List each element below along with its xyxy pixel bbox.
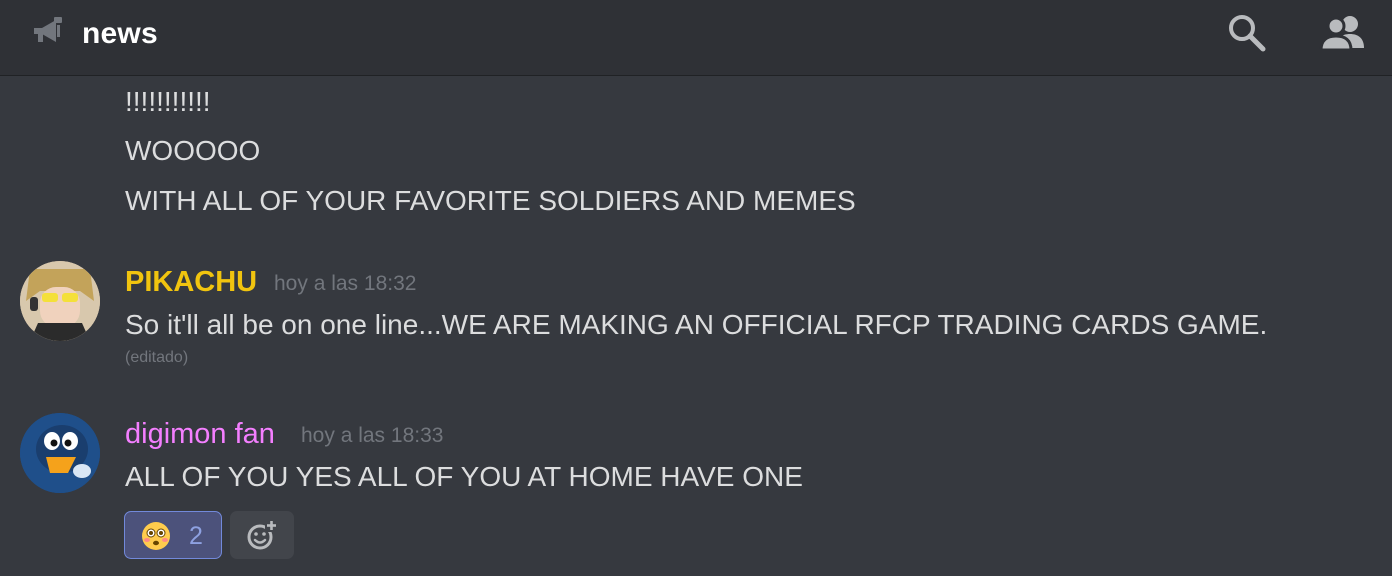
edited-label: (editado) [125,349,189,366]
avatar[interactable] [20,261,100,341]
channel-name: news [82,17,158,50]
message-text: ALL OF YOU YES ALL OF YOU AT HOME HAVE O… [125,461,803,492]
flushed-face-emoji-icon [142,522,170,550]
message-text: So it'll all be on one line...WE ARE MAK… [125,309,1268,340]
channel-header: news [0,0,1392,76]
avatar[interactable] [20,413,100,493]
message-author[interactable]: digimon fan [125,416,275,452]
message-list: !!!!!!!!!!! WOOOOO WITH ALL OF YOUR FAVO… [0,76,1392,576]
message-line: WITH ALL OF YOUR FAVORITE SOLDIERS AND M… [125,185,856,216]
message-author[interactable]: PIKACHU [125,264,257,300]
add-reaction-icon [247,519,278,550]
members-icon[interactable] [1318,12,1370,54]
reaction-count: 2 [189,522,203,550]
message-timestamp: hoy a las 18:33 [301,424,444,447]
add-reaction-button[interactable] [230,511,294,559]
message-line: !!!!!!!!!!! [125,86,211,117]
reaction-button[interactable]: 2 [124,511,222,559]
megaphone-icon [34,17,62,42]
message-timestamp: hoy a las 18:32 [274,272,417,295]
search-icon[interactable] [1226,12,1268,54]
message-line: WOOOOO [125,135,261,166]
